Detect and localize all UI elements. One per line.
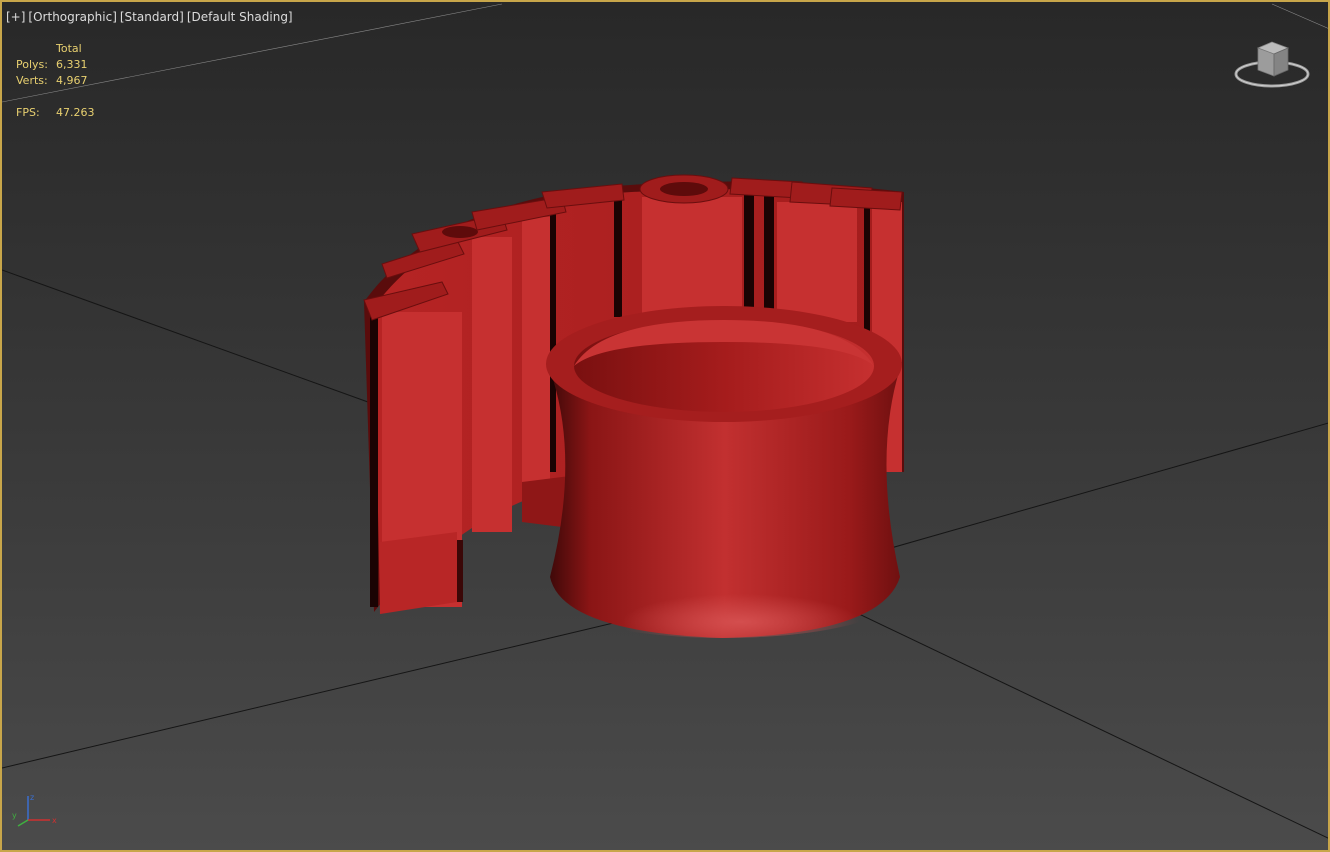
stats-fps-value: 47.263 bbox=[56, 106, 95, 119]
stats-verts-label: Verts: bbox=[16, 74, 48, 87]
stats-total-header: Total bbox=[56, 42, 82, 55]
stats-fps-label: FPS: bbox=[16, 106, 40, 119]
scene-render[interactable] bbox=[2, 2, 1330, 852]
viewport-label[interactable]: [+] [Orthographic] [Standard] [Default Shad… bbox=[6, 10, 296, 24]
cup bbox=[546, 306, 902, 638]
stats-verts-value: 4,967 bbox=[56, 74, 88, 87]
3d-viewport[interactable]: [+] [Orthographic] [Standard] [Default Shad… bbox=[0, 0, 1330, 852]
stats-polys-value: 6,331 bbox=[56, 58, 88, 71]
axis-tripod-icon: z y x bbox=[12, 793, 57, 827]
viewport-view-label[interactable]: [Orthographic] bbox=[28, 10, 116, 24]
axis-y-label: y bbox=[12, 811, 17, 820]
viewport-menu-plus[interactable]: [+] bbox=[6, 10, 25, 24]
viewcube-icon[interactable] bbox=[1232, 38, 1312, 94]
stats-polys-label: Polys: bbox=[16, 58, 48, 71]
axis-z-label: z bbox=[30, 793, 34, 802]
viewport-preset-label[interactable]: [Standard] bbox=[120, 10, 184, 24]
viewport-shading-label[interactable]: [Default Shading] bbox=[187, 10, 293, 24]
axis-x-label: x bbox=[52, 816, 57, 825]
